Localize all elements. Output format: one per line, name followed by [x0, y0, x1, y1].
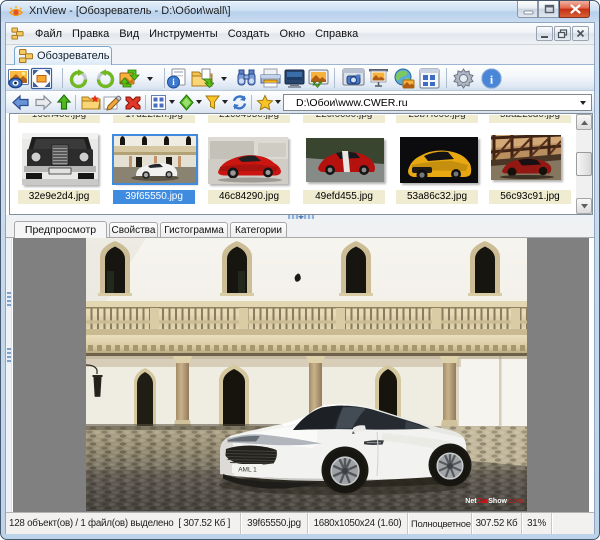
svg-text:AML 1: AML 1 — [238, 467, 257, 474]
svg-text:NetCarShow.com: NetCarShow.com — [465, 498, 523, 505]
